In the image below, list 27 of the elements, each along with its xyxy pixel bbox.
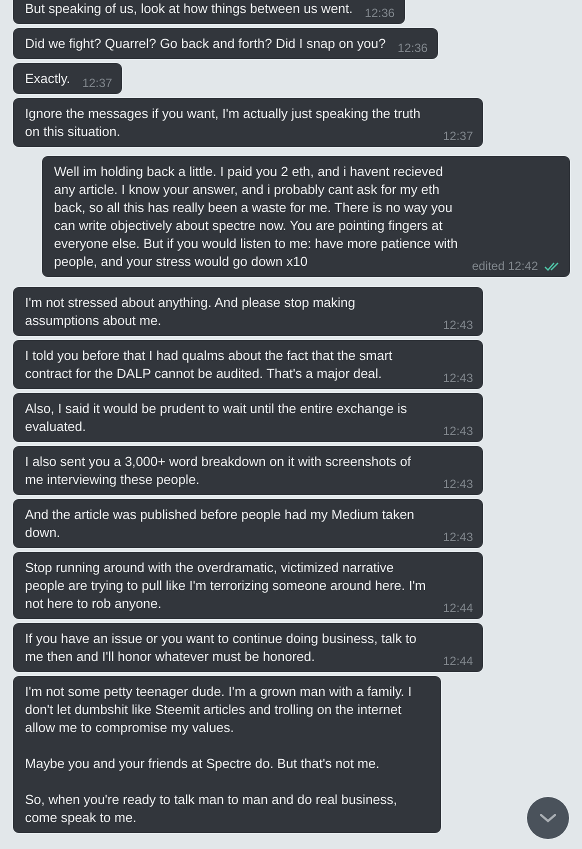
message-time: 12:44 xyxy=(443,601,474,616)
message-text: Well im holding back a little. I paid you 2 eth, and i havent recieved any article. I know your answer, and i probably cant ask for my eth back, so all this has really been a waste for me. There is no way you can write objectively about spectre now. You are pointing fingers at everyone else. But if you would listen to me: have more patience with people, and your stress would go down x10 xyxy=(54,163,459,271)
message-text: Exactly. xyxy=(25,70,70,88)
message-time: 12:36 xyxy=(364,6,395,21)
message-time: 12:43 xyxy=(443,371,474,386)
message-text: I told you before that I had qualms about the fact that the smart contract for the DALP cannot be audited. That's a major deal. xyxy=(25,347,394,383)
message-time: 12:37 xyxy=(82,76,112,91)
message-time: 12:36 xyxy=(398,41,428,56)
message-text: I'm not some petty teenager dude. I'm a grown man with a family. I don't let dumbshit like Steemit articles and trolling on the internet allow me to compromise my values. Maybe you and your friends at Spectre do. But that's not me. So, when you're ready to talk man to man and do real business, come speak to me. xyxy=(25,683,413,827)
message-time: 12:43 xyxy=(443,477,474,492)
message-text: And the article was published before people had my Medium taken down. xyxy=(25,506,416,542)
chevron-down-icon xyxy=(539,813,557,823)
message-text: I'm not stressed about anything. And please stop making assumptions about me. xyxy=(25,294,356,330)
message-text: Ignore the messages if you want, I'm actually just speaking the truth on this situation. xyxy=(25,105,422,141)
message-text: But speaking of us, look at how things between us went. xyxy=(25,0,353,18)
message-text: Stop running around with the overdramatic, victimized narrative people are trying to pull like I'm terrorizing someone around here. I'm not here to rob anyone. xyxy=(25,559,427,613)
message-text: Also, I said it would be prudent to wait until the entire exchange is evaluated. xyxy=(25,400,408,436)
scroll-down-button[interactable] xyxy=(527,797,569,839)
message-text: If you have an issue or you want to continue doing business, talk to me then and I'll honor whatever must be honored. xyxy=(25,630,418,666)
message-time: 12:43 xyxy=(443,318,474,333)
message-time: 12:37 xyxy=(443,129,474,144)
message-text: Did we fight? Quarrel? Go back and forth? Did I snap on you? xyxy=(25,35,386,53)
message-time: 12:43 xyxy=(443,424,474,439)
message-time: edited 12:42 xyxy=(472,259,538,274)
message-time: 12:43 xyxy=(443,530,474,545)
message-text: I also sent you a 3,000+ word breakdown on it with screenshots of me interviewing these people. xyxy=(25,453,412,489)
message-time: 12:44 xyxy=(443,654,474,669)
